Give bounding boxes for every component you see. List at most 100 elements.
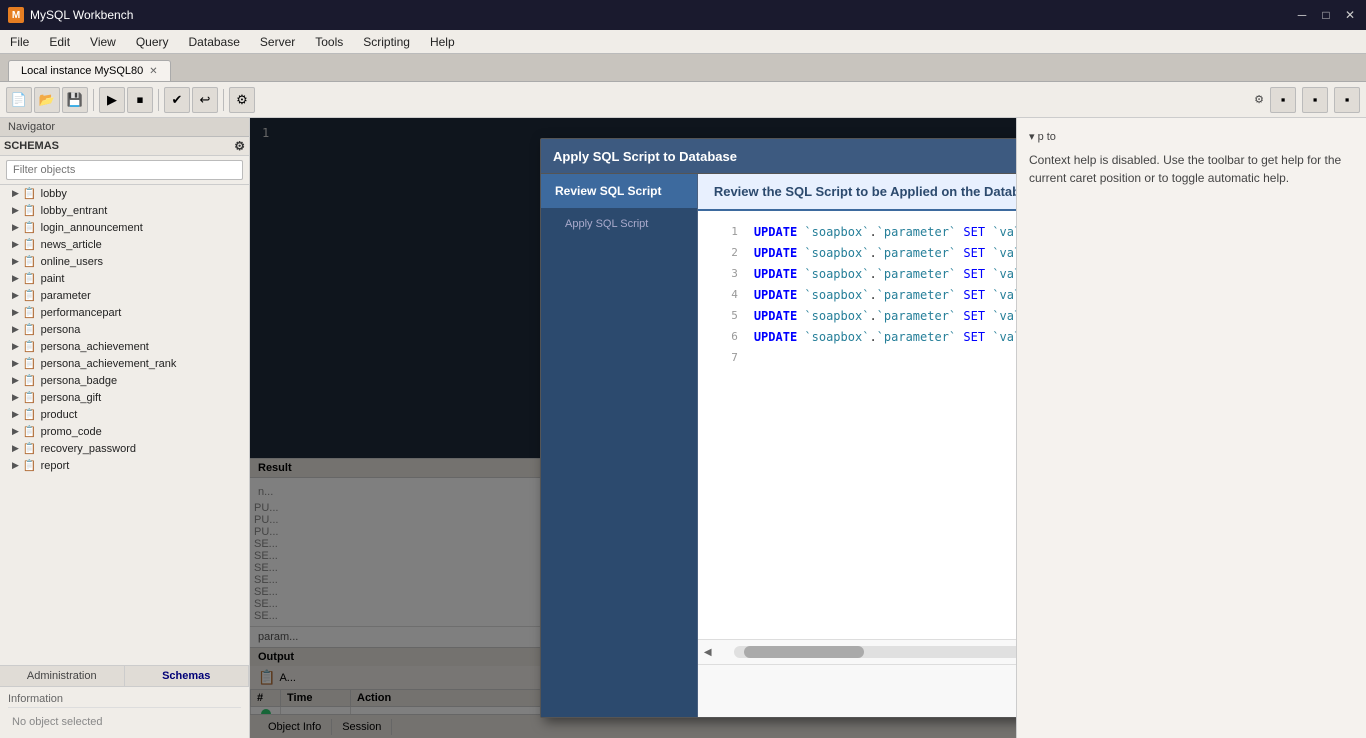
tab-administration[interactable]: Administration — [0, 666, 125, 686]
expand-icon: ▶ — [12, 324, 19, 335]
list-item[interactable]: ▶ 📋 online_users — [0, 253, 249, 270]
schema-name: lobby — [41, 188, 67, 200]
table-icon: 📋 — [23, 204, 37, 217]
list-item[interactable]: ▶ 📋 news_article — [0, 236, 249, 253]
menu-view[interactable]: View — [80, 30, 126, 53]
execute-btn[interactable]: ▶ — [99, 87, 125, 113]
menu-help[interactable]: Help — [420, 30, 465, 53]
table-icon: 📋 — [23, 289, 37, 302]
list-item[interactable]: ▶ 📋 persona_badge — [0, 372, 249, 389]
menu-query[interactable]: Query — [126, 30, 179, 53]
list-item[interactable]: ▶ 📋 persona — [0, 321, 249, 338]
list-item[interactable]: ▶ 📋 parameter — [0, 287, 249, 304]
menu-scripting[interactable]: Scripting — [353, 30, 420, 53]
schema-name: product — [41, 409, 78, 421]
table-icon: 📋 — [23, 374, 37, 387]
sql-text — [754, 349, 1016, 367]
line-num: 3 — [714, 265, 738, 283]
table-icon: 📋 — [23, 340, 37, 353]
instance-tab[interactable]: Local instance MySQL80 ✕ — [8, 60, 171, 81]
commit-btn[interactable]: ✔ — [164, 87, 190, 113]
schema-name: lobby_entrant — [41, 205, 108, 217]
expand-icon: ▶ — [12, 392, 19, 403]
list-item[interactable]: ▶ 📋 lobby_entrant — [0, 202, 249, 219]
help-text: Context help is disabled. Use the toolba… — [1029, 151, 1354, 187]
modal-nav-apply[interactable]: Apply SQL Script — [541, 208, 697, 240]
list-item[interactable]: ▶ 📋 persona_gift — [0, 389, 249, 406]
tab-schemas[interactable]: Schemas — [125, 666, 250, 686]
layout-3-btn[interactable]: ▪ — [1334, 87, 1360, 113]
toolbar: 📄 📂 💾 ▶ ⏹ ✔ ↩ ⚙ ⚙ ▪ ▪ ▪ — [0, 82, 1366, 118]
schema-name: recovery_password — [41, 443, 136, 455]
right-panel: ▾ p to Context help is disabled. Use the… — [1016, 118, 1366, 738]
layout-1-btn[interactable]: ▪ — [1270, 87, 1296, 113]
list-item[interactable]: ▶ 📋 login_announcement — [0, 219, 249, 236]
tab-close-icon[interactable]: ✕ — [149, 66, 157, 77]
table-icon: 📋 — [23, 306, 37, 319]
sql-line-1: 1 UPDATE `soapbox`.`parameter` SET `valu… — [714, 223, 1016, 241]
schema-name: persona_achievement_rank — [41, 358, 177, 370]
open-btn[interactable]: 📂 — [34, 87, 60, 113]
expand-icon: ▶ — [12, 205, 19, 216]
menu-file[interactable]: File — [0, 30, 39, 53]
sql-line-6: 6 UPDATE `soapbox`.`parameter` SET `valu… — [714, 328, 1016, 346]
line-num: 2 — [714, 244, 738, 262]
list-item[interactable]: ▶ 📋 persona_achievement_rank — [0, 355, 249, 372]
sql-text: UPDATE `soapbox`.`parameter` SET `value`… — [754, 223, 1016, 241]
modal-title: Apply SQL Script to Database — [553, 149, 737, 164]
menu-tools[interactable]: Tools — [305, 30, 353, 53]
list-item[interactable]: ▶ 📋 report — [0, 457, 249, 474]
line-num: 7 — [714, 349, 738, 367]
schemas-section: SCHEMAS ⚙ — [0, 137, 249, 156]
expand-icon: ▶ — [12, 290, 19, 301]
list-item[interactable]: ▶ 📋 performancepart — [0, 304, 249, 321]
tab-bar: Local instance MySQL80 ✕ — [0, 54, 1366, 82]
list-item[interactable]: ▶ 📋 promo_code — [0, 423, 249, 440]
menu-edit[interactable]: Edit — [39, 30, 80, 53]
minimize-btn[interactable]: ─ — [1294, 7, 1310, 23]
schemas-tab-label: Schemas — [162, 670, 210, 682]
rollback-btn[interactable]: ↩ — [192, 87, 218, 113]
window-controls: ─ □ ✕ — [1294, 7, 1358, 23]
list-item[interactable]: ▶ 📋 lobby — [0, 185, 249, 202]
navigator-header: Navigator — [0, 118, 249, 137]
scrollbar-thumb[interactable] — [744, 646, 864, 658]
line-num: 6 — [714, 328, 738, 346]
list-item[interactable]: ▶ 📋 persona_achievement — [0, 338, 249, 355]
new-file-btn[interactable]: 📄 — [6, 87, 32, 113]
table-icon: 📋 — [23, 238, 37, 251]
expand-icon: ▶ — [12, 341, 19, 352]
stop-btn[interactable]: ⏹ — [127, 87, 153, 113]
modal-nav-review[interactable]: Review SQL Script — [541, 174, 697, 208]
scrollbar-track[interactable] — [734, 646, 1016, 658]
table-icon: 📋 — [23, 187, 37, 200]
scroll-left-icon[interactable]: ◀ — [698, 647, 718, 658]
maximize-btn[interactable]: □ — [1318, 7, 1334, 23]
table-icon: 📋 — [23, 221, 37, 234]
schemas-icon[interactable]: ⚙ — [234, 139, 245, 153]
list-item[interactable]: ▶ 📋 product — [0, 406, 249, 423]
table-icon: 📋 — [23, 255, 37, 268]
menu-database[interactable]: Database — [179, 30, 250, 53]
filter-input[interactable] — [6, 160, 243, 180]
sql-line-2: 2 UPDATE `soapbox`.`parameter` SET `valu… — [714, 244, 1016, 262]
close-btn[interactable]: ✕ — [1342, 7, 1358, 23]
sidebar-search — [0, 156, 249, 185]
sql-line-3: 3 UPDATE `soapbox`.`parameter` SET `valu… — [714, 265, 1016, 283]
line-num: 1 — [714, 223, 738, 241]
table-icon: 📋 — [23, 408, 37, 421]
sql-text: UPDATE `soapbox`.`parameter` SET `value`… — [754, 328, 1016, 346]
menu-server[interactable]: Server — [250, 30, 305, 53]
schemas-label: SCHEMAS — [4, 140, 59, 152]
sidebar: Navigator SCHEMAS ⚙ ▶ 📋 lobby ▶ 📋 lobby_… — [0, 118, 250, 738]
instance-tab-label: Local instance MySQL80 — [21, 65, 143, 77]
modal-main-content: Review the SQL Script to be Applied on t… — [698, 174, 1016, 717]
schema-name: report — [41, 460, 70, 472]
list-item[interactable]: ▶ 📋 paint — [0, 270, 249, 287]
schema-name: persona — [41, 324, 81, 336]
list-item[interactable]: ▶ 📋 recovery_password — [0, 440, 249, 457]
schema-name: parameter — [41, 290, 91, 302]
save-btn[interactable]: 💾 — [62, 87, 88, 113]
layout-2-btn[interactable]: ▪ — [1302, 87, 1328, 113]
toggle-btn[interactable]: ⚙ — [229, 87, 255, 113]
